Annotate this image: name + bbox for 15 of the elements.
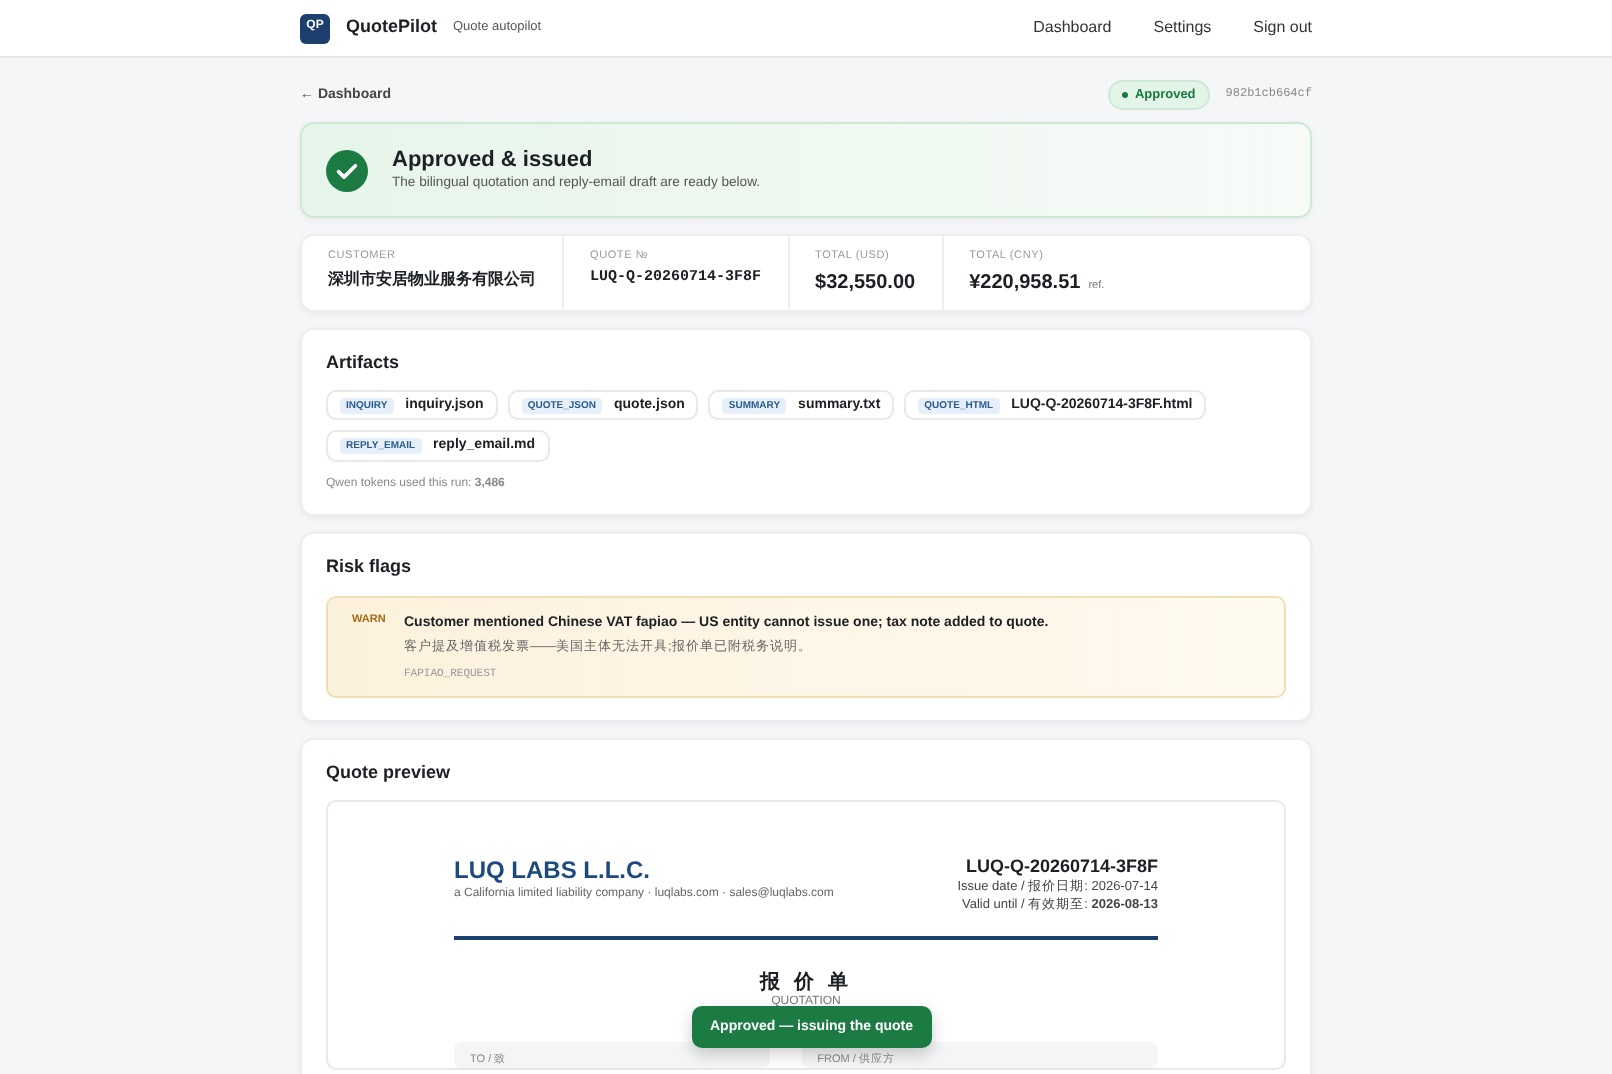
nav-link[interactable]: Dashboard [1033,17,1112,39]
brand-name: QuotePilot [346,16,437,40]
nav-link[interactable]: Settings [1153,17,1212,39]
section-title: Quote preview [326,761,453,785]
section-title: Risk flags [326,556,414,581]
summary-value: 深圳市安居物业服务有限公司 [328,269,536,291]
document-title: 报 价 单 [757,969,854,995]
company-name: LUQ LABS L.L.C. [454,856,652,887]
nav-link[interactable]: Sign out [1253,17,1312,39]
summary-value: ¥220,958.51 [969,269,1081,296]
quote-number: LUQ-Q-20260714-3F8F [963,856,1158,879]
summary-value: $32,550.00 [815,269,916,296]
banner-title: Approved & issued [392,146,595,176]
check-icon [326,149,368,191]
section-title: Artifacts [326,351,402,375]
